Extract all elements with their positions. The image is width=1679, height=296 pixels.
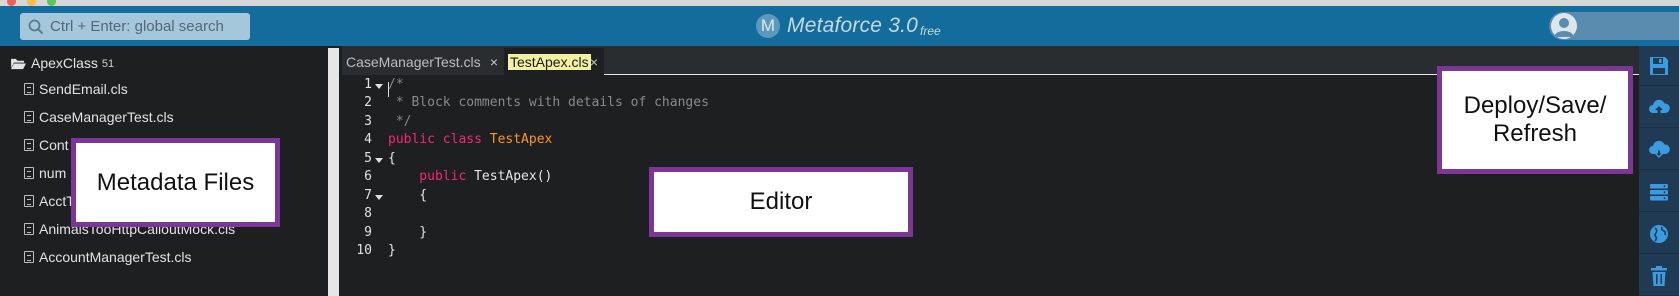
annotation-deploy-save-refresh: Deploy/Save/ Refresh — [1437, 66, 1633, 174]
fold-arrow-icon[interactable] — [375, 84, 383, 89]
line-number: 1 — [364, 77, 372, 92]
code-line: { — [388, 151, 396, 166]
file-label: Cont — [39, 137, 69, 153]
annotation-label: Refresh — [1492, 120, 1578, 147]
app-header: M Metaforce 3.0 free — [0, 6, 1679, 46]
class-name-token: TestApex — [489, 132, 553, 147]
sidebar-resize-handle[interactable] — [328, 48, 342, 296]
file-icon — [24, 195, 34, 207]
file-label: num — [39, 165, 67, 181]
file-item[interactable]: num — [24, 165, 66, 181]
tab-testapex[interactable]: TestApex.cls × — [504, 48, 604, 75]
file-icon — [24, 167, 34, 179]
brand: M Metaforce 3.0 free — [756, 11, 941, 41]
file-label: AccountManagerTest.cls — [39, 249, 192, 265]
file-label: CaseManagerTest.cls — [39, 109, 174, 125]
save-icon — [1650, 56, 1668, 75]
tab-casemanagertest[interactable]: CaseManagerTest.cls × — [342, 48, 504, 75]
file-icon — [24, 111, 34, 123]
refresh-button[interactable] — [1639, 130, 1679, 170]
delete-button[interactable] — [1639, 256, 1679, 296]
file-item[interactable]: SendEmail.cls — [24, 81, 128, 97]
annotation-editor: Editor — [649, 167, 913, 237]
file-icon — [24, 83, 34, 95]
code-line: * Block comments with details of changes — [388, 95, 709, 110]
close-tab-icon[interactable]: × — [490, 54, 498, 70]
file-icon — [24, 139, 34, 151]
folder-open-icon — [11, 58, 26, 69]
server-icon — [1650, 183, 1668, 200]
line-number: 9 — [364, 225, 372, 240]
global-search[interactable] — [20, 13, 250, 40]
code-line: public class TestApex — [388, 132, 552, 147]
file-item[interactable]: Cont — [24, 137, 69, 153]
code-line: { — [388, 188, 428, 203]
cloud-download-icon — [1649, 140, 1670, 158]
annotation-label: Metadata Files — [96, 168, 255, 196]
keyword-token: public — [388, 169, 475, 184]
annotation-label: Deploy/Save/ — [1463, 92, 1607, 119]
line-number: 2 — [364, 95, 372, 110]
save-button[interactable] — [1639, 46, 1679, 86]
line-number: 4 — [364, 132, 372, 147]
line-number: 6 — [364, 169, 372, 184]
tab-label: TestApex.cls — [508, 53, 591, 70]
file-item[interactable]: AcctT — [24, 193, 75, 209]
code-line: public TestApex() — [388, 169, 552, 184]
server-button[interactable] — [1639, 172, 1679, 212]
close-tab-icon[interactable]: × — [590, 54, 598, 70]
fold-arrow-icon[interactable] — [375, 195, 383, 200]
code-line: /* — [388, 77, 404, 92]
avatar — [1551, 13, 1577, 39]
trash-icon — [1651, 265, 1667, 286]
globe-icon — [1650, 224, 1668, 243]
action-toolbar — [1639, 46, 1679, 296]
cloud-upload-icon — [1649, 99, 1670, 114]
annotation-metadata-files: Metadata Files — [71, 138, 280, 227]
constructor-token: TestApex() — [474, 169, 553, 184]
user-icon — [1554, 18, 1574, 37]
line-number: 3 — [364, 114, 372, 129]
annotation-label: Editor — [749, 188, 813, 215]
line-number: 5 — [364, 151, 372, 166]
file-item[interactable]: AccountManagerTest.cls — [24, 249, 192, 265]
file-label: AcctT — [39, 193, 75, 209]
line-number: 7 — [364, 188, 372, 203]
metaforce-logo-icon: M — [756, 14, 780, 38]
user-menu[interactable] — [1549, 12, 1679, 40]
line-number: 10 — [356, 243, 372, 258]
tab-label: CaseManagerTest.cls — [346, 53, 481, 70]
app-window: M Metaforce 3.0 free ApexClass 51 SendEm… — [0, 0, 1679, 296]
code-line: } — [388, 243, 396, 258]
brand-tier: free — [920, 23, 941, 38]
file-label: SendEmail.cls — [39, 81, 128, 97]
fold-arrow-icon[interactable] — [375, 158, 383, 163]
tree-folder-apexclass[interactable]: ApexClass 51 — [10, 55, 114, 71]
line-number: 8 — [364, 206, 372, 221]
search-icon — [28, 19, 44, 35]
globe-button[interactable] — [1639, 214, 1679, 254]
search-input[interactable] — [50, 13, 246, 40]
file-icon — [24, 251, 34, 263]
folder-count: 51 — [101, 58, 115, 70]
code-line: */ — [388, 114, 412, 129]
deploy-button[interactable] — [1639, 88, 1679, 128]
keyword-token: public class — [388, 132, 490, 147]
code-line: } — [388, 225, 428, 240]
brand-name: Metaforce 3.0 — [787, 14, 918, 37]
file-item[interactable]: CaseManagerTest.cls — [24, 109, 174, 125]
file-icon — [24, 223, 34, 235]
folder-label: ApexClass — [31, 55, 98, 71]
